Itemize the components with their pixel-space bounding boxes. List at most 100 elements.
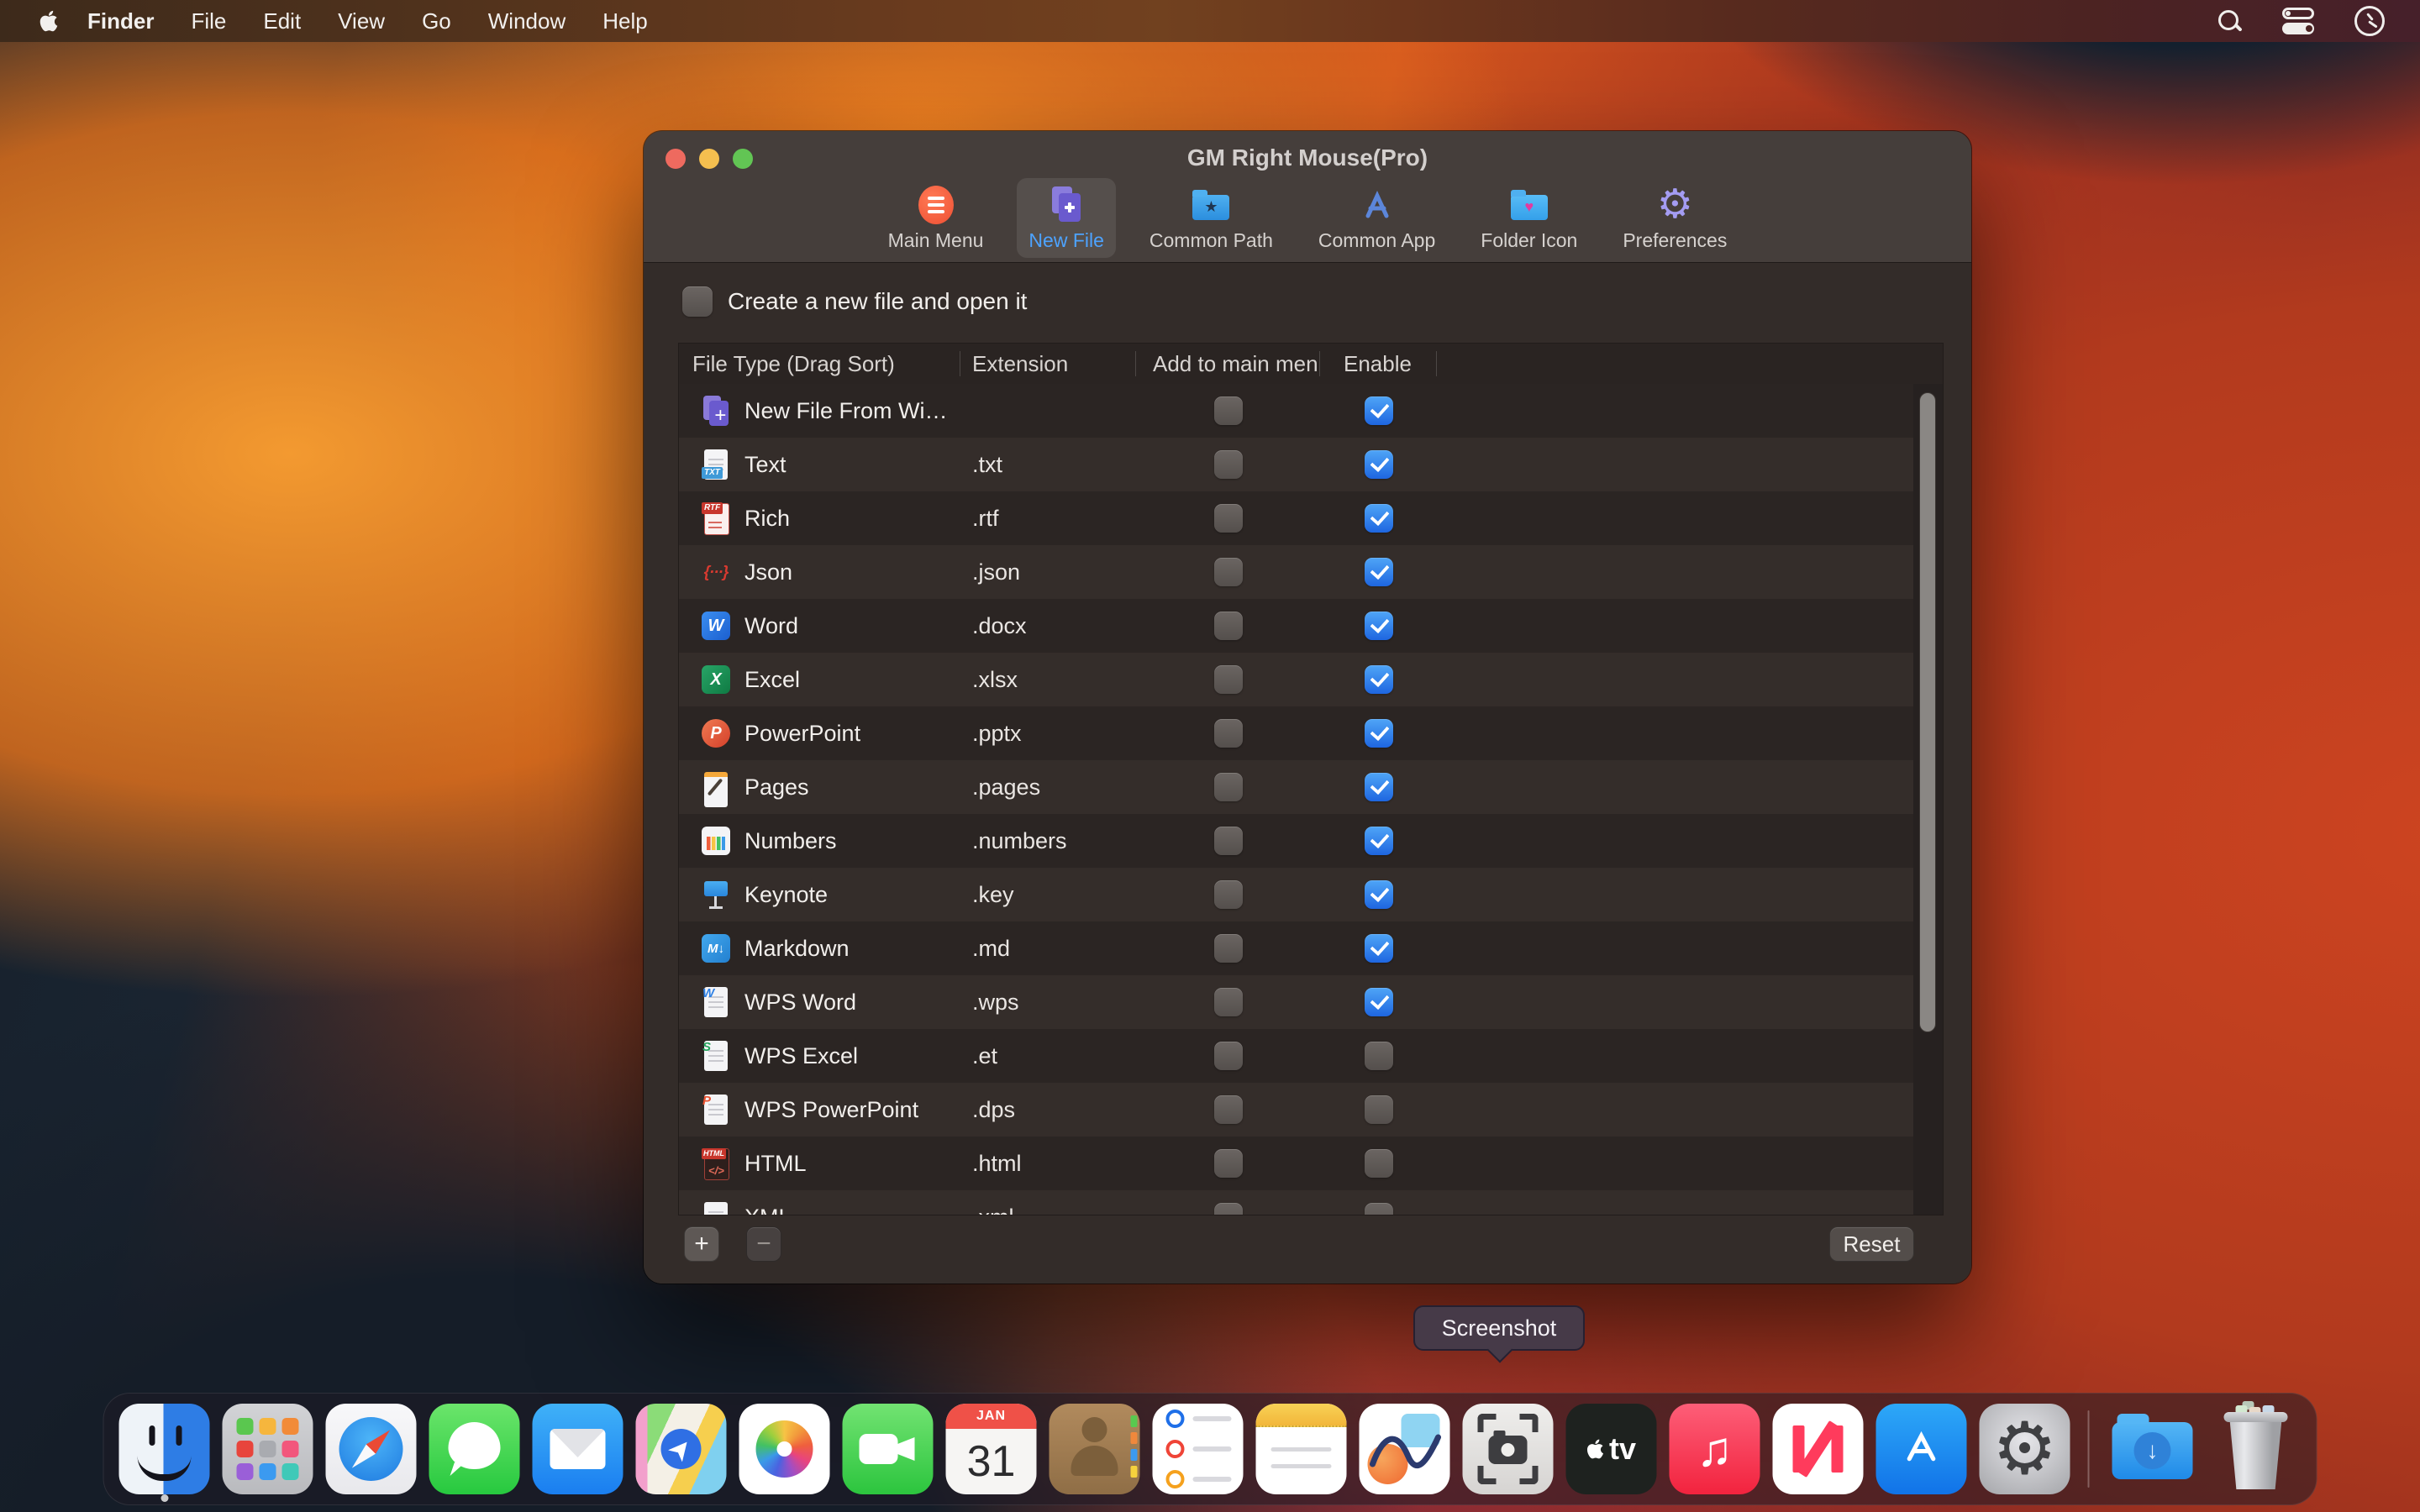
enable-checkbox[interactable] bbox=[1365, 880, 1393, 909]
add-to-menu-checkbox[interactable] bbox=[1214, 1095, 1243, 1124]
dock-launchpad-icon[interactable] bbox=[223, 1404, 313, 1494]
dock-notes-icon[interactable] bbox=[1256, 1404, 1347, 1494]
add-to-menu-checkbox[interactable] bbox=[1214, 880, 1243, 909]
table-row[interactable]: M↓Markdown .md bbox=[679, 921, 1913, 975]
reset-button[interactable]: Reset bbox=[1829, 1226, 1914, 1262]
dock-freeform-icon[interactable] bbox=[1360, 1404, 1450, 1494]
dock-photos-icon[interactable] bbox=[739, 1404, 830, 1494]
dock-messages-icon[interactable] bbox=[429, 1404, 520, 1494]
menu-help[interactable]: Help bbox=[584, 8, 666, 34]
table-row[interactable]: TXTText .txt bbox=[679, 438, 1913, 491]
table-row[interactable]: Numbers .numbers bbox=[679, 814, 1913, 868]
menu-edit[interactable]: Edit bbox=[245, 8, 319, 34]
dock-facetime-icon[interactable] bbox=[843, 1404, 934, 1494]
enable-checkbox[interactable] bbox=[1365, 1149, 1393, 1178]
add-to-menu-checkbox[interactable] bbox=[1214, 450, 1243, 479]
enable-checkbox[interactable] bbox=[1365, 827, 1393, 855]
menu-file[interactable]: File bbox=[172, 8, 245, 34]
table-row[interactable]: XML .xml bbox=[679, 1190, 1913, 1215]
dock-finder-icon[interactable] bbox=[119, 1404, 210, 1494]
table-row[interactable]: {···}Json .json bbox=[679, 545, 1913, 599]
dock-maps-icon[interactable] bbox=[636, 1404, 727, 1494]
header-enable[interactable]: Enable bbox=[1320, 351, 1437, 376]
add-to-menu-checkbox[interactable] bbox=[1214, 612, 1243, 640]
dock-system-settings-icon[interactable] bbox=[1980, 1404, 2070, 1494]
create-file-checkbox[interactable] bbox=[682, 286, 713, 317]
add-to-menu-checkbox[interactable] bbox=[1214, 1042, 1243, 1070]
table-row[interactable]: PWPS PowerPoint .dps bbox=[679, 1083, 1913, 1137]
dock-apple-tv-icon[interactable]: tv bbox=[1566, 1404, 1657, 1494]
gm-right-mouse-window: GM Right Mouse(Pro) Main Menu New File C… bbox=[644, 131, 1971, 1284]
menu-window[interactable]: Window bbox=[470, 8, 584, 34]
table-row[interactable]: SWPS Excel .et bbox=[679, 1029, 1913, 1083]
add-to-menu-checkbox[interactable] bbox=[1214, 396, 1243, 425]
enable-checkbox[interactable] bbox=[1365, 558, 1393, 586]
dock-calendar-icon[interactable]: JAN31 bbox=[946, 1404, 1037, 1494]
tab-main-menu[interactable]: Main Menu bbox=[876, 178, 996, 258]
add-file-type-button[interactable]: + bbox=[684, 1226, 719, 1262]
dock-safari-icon[interactable] bbox=[326, 1404, 417, 1494]
table-row[interactable]: Pages .pages bbox=[679, 760, 1913, 814]
search-icon[interactable] bbox=[2217, 8, 2242, 34]
title-bar[interactable]: GM Right Mouse(Pro) bbox=[644, 131, 1971, 185]
enable-checkbox[interactable] bbox=[1365, 665, 1393, 694]
table-row[interactable]: HTML</>HTML .html bbox=[679, 1137, 1913, 1190]
dock-downloads-icon[interactable] bbox=[2107, 1404, 2198, 1494]
table-row[interactable]: XExcel .xlsx bbox=[679, 653, 1913, 706]
scrollbar-track[interactable] bbox=[1913, 384, 1943, 1215]
add-to-menu-checkbox[interactable] bbox=[1214, 719, 1243, 748]
table-row[interactable]: WWord .docx bbox=[679, 599, 1913, 653]
dock-reminders-icon[interactable] bbox=[1153, 1404, 1244, 1494]
enable-checkbox[interactable] bbox=[1365, 450, 1393, 479]
dock-contacts-icon[interactable] bbox=[1050, 1404, 1140, 1494]
tab-common-path[interactable]: Common Path bbox=[1138, 178, 1285, 258]
add-to-menu-checkbox[interactable] bbox=[1214, 934, 1243, 963]
table-row[interactable]: Keynote .key bbox=[679, 868, 1913, 921]
header-file-type[interactable]: File Type (Drag Sort) bbox=[679, 351, 960, 376]
enable-checkbox[interactable] bbox=[1365, 773, 1393, 801]
header-extension[interactable]: Extension bbox=[960, 351, 1136, 376]
dock-app-store-icon[interactable] bbox=[1876, 1404, 1967, 1494]
add-to-menu-checkbox[interactable] bbox=[1214, 773, 1243, 801]
enable-checkbox[interactable] bbox=[1365, 1095, 1393, 1124]
menu-view[interactable]: View bbox=[319, 8, 403, 34]
tab-new-file[interactable]: New File bbox=[1017, 178, 1115, 258]
enable-checkbox[interactable] bbox=[1365, 719, 1393, 748]
rtf-file-icon: RTF bbox=[699, 501, 733, 535]
enable-checkbox[interactable] bbox=[1365, 504, 1393, 533]
dock-trash-icon[interactable] bbox=[2211, 1404, 2302, 1494]
menu-app-name[interactable]: Finder bbox=[74, 8, 172, 34]
header-add-to-main-menu[interactable]: Add to main menu bbox=[1136, 351, 1320, 376]
enable-checkbox[interactable] bbox=[1365, 612, 1393, 640]
add-to-menu-checkbox[interactable] bbox=[1214, 504, 1243, 533]
table-row[interactable]: WWPS Word .wps bbox=[679, 975, 1913, 1029]
dock-mail-icon[interactable] bbox=[533, 1404, 623, 1494]
table-row[interactable]: +New File From Wi… bbox=[679, 384, 1913, 438]
menu-go[interactable]: Go bbox=[403, 8, 470, 34]
add-to-menu-checkbox[interactable] bbox=[1214, 988, 1243, 1016]
add-to-menu-checkbox[interactable] bbox=[1214, 827, 1243, 855]
add-to-menu-checkbox[interactable] bbox=[1214, 558, 1243, 586]
table-row[interactable]: PPowerPoint .pptx bbox=[679, 706, 1913, 760]
tab-folder-icon[interactable]: Folder Icon bbox=[1469, 178, 1589, 258]
tab-preferences[interactable]: Preferences bbox=[1611, 178, 1739, 258]
add-to-menu-checkbox[interactable] bbox=[1214, 1203, 1243, 1215]
remove-file-type-button[interactable]: − bbox=[746, 1226, 781, 1262]
tab-common-app[interactable]: Common App bbox=[1307, 178, 1447, 258]
dock-music-icon[interactable] bbox=[1670, 1404, 1760, 1494]
apple-menu[interactable] bbox=[24, 9, 74, 33]
enable-checkbox[interactable] bbox=[1365, 1042, 1393, 1070]
table-row[interactable]: RTFRich .rtf bbox=[679, 491, 1913, 545]
enable-checkbox[interactable] bbox=[1365, 396, 1393, 425]
enable-checkbox[interactable] bbox=[1365, 988, 1393, 1016]
enable-checkbox[interactable] bbox=[1365, 934, 1393, 963]
scrollbar-thumb[interactable] bbox=[1919, 392, 1936, 1032]
dock-news-icon[interactable] bbox=[1773, 1404, 1864, 1494]
clock-icon[interactable] bbox=[2354, 6, 2385, 36]
add-to-menu-checkbox[interactable] bbox=[1214, 665, 1243, 694]
control-center-icon[interactable] bbox=[2279, 8, 2317, 34]
add-to-menu-checkbox[interactable] bbox=[1214, 1149, 1243, 1178]
new-file-pane: Create a new file and open it File Type … bbox=[644, 262, 1971, 1284]
enable-checkbox[interactable] bbox=[1365, 1203, 1393, 1215]
dock-screenshot-icon[interactable] bbox=[1463, 1404, 1554, 1494]
